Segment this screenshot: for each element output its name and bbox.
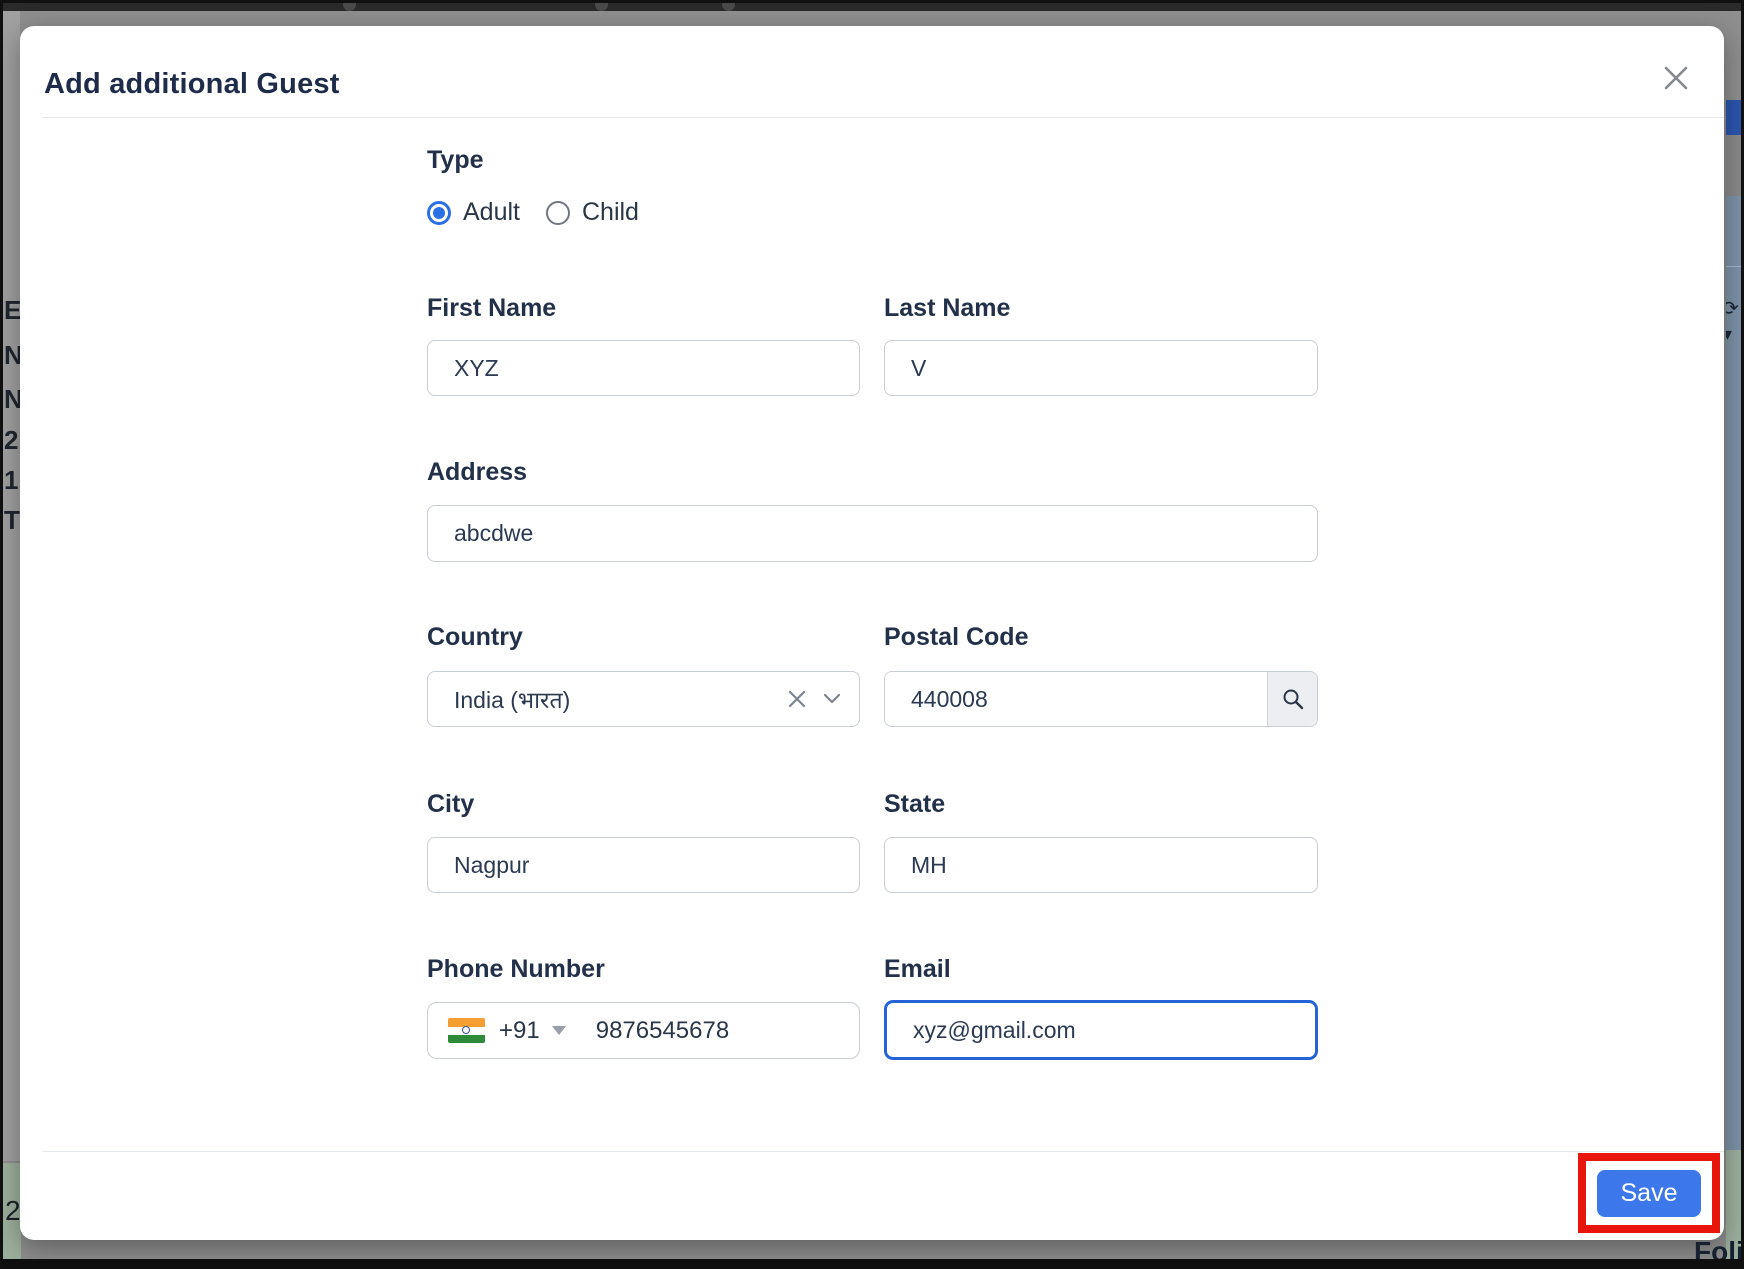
city-label: City xyxy=(427,790,474,819)
dial-code: +91 xyxy=(499,1017,540,1045)
background-letter: N xyxy=(4,384,20,415)
email-label: Email xyxy=(884,955,951,984)
footer-divider xyxy=(42,1151,1724,1152)
india-flag-icon xyxy=(448,1018,485,1043)
postal-code-field xyxy=(884,671,1318,727)
background-letter: 2 xyxy=(4,425,18,456)
state-input[interactable] xyxy=(884,837,1318,893)
country-label: Country xyxy=(427,623,523,652)
last-name-label: Last Name xyxy=(884,294,1010,323)
radio-selected-icon[interactable] xyxy=(427,201,451,225)
radio-adult-label: Adult xyxy=(463,198,520,227)
country-select[interactable]: India (भारत) xyxy=(427,671,860,727)
radio-adult[interactable]: Adult xyxy=(427,198,520,227)
header-divider xyxy=(42,117,1724,118)
radio-unselected-icon[interactable] xyxy=(546,201,570,225)
background-bottom-bar xyxy=(3,1259,1741,1266)
background-right-blue-block xyxy=(1726,100,1741,135)
address-label: Address xyxy=(427,458,527,487)
background-letter: 2 xyxy=(5,1195,21,1227)
dial-code-chevron-icon[interactable] xyxy=(552,1026,566,1035)
postal-search-button[interactable] xyxy=(1267,672,1317,726)
postal-code-input[interactable] xyxy=(885,672,1267,726)
chevron-down-icon[interactable] xyxy=(823,693,841,705)
background-right-panel-edge: ⟳ ▾ xyxy=(1726,196,1741,1150)
state-label: State xyxy=(884,790,945,819)
close-button[interactable] xyxy=(1654,56,1698,100)
first-name-label: First Name xyxy=(427,294,556,323)
background-letter: T xyxy=(4,505,20,536)
add-guest-modal: Add additional Guest Type Adult Child Fi… xyxy=(20,26,1724,1240)
background-top-bar xyxy=(3,3,1741,11)
phone-label: Phone Number xyxy=(427,955,605,984)
postal-code-label: Postal Code xyxy=(884,623,1028,652)
last-name-input[interactable] xyxy=(884,340,1318,396)
background-right-gray-block xyxy=(1726,135,1741,196)
type-label: Type xyxy=(427,146,484,175)
background-left-edge: E N N 2 1 T xyxy=(3,11,20,1161)
save-annotation-highlight: Save xyxy=(1578,1153,1720,1233)
save-button[interactable]: Save xyxy=(1597,1170,1701,1217)
background-bottom-left: 2 xyxy=(3,1163,21,1262)
city-input[interactable] xyxy=(427,837,860,893)
clear-icon[interactable] xyxy=(787,689,807,709)
radio-child[interactable]: Child xyxy=(546,198,639,227)
phone-field[interactable]: +91 9876545678 xyxy=(427,1002,860,1059)
background-letter: E xyxy=(4,295,20,326)
background-letter: 1 xyxy=(4,465,18,496)
background-icon-fragment: ⟳ xyxy=(1726,296,1739,321)
address-input[interactable] xyxy=(427,505,1318,562)
country-value: India (भारत) xyxy=(454,683,787,715)
background-letter: N xyxy=(4,340,20,371)
close-icon xyxy=(1661,63,1691,93)
background-icon-fragment: ▾ xyxy=(1726,324,1732,345)
radio-child-label: Child xyxy=(582,198,639,227)
modal-title: Add additional Guest xyxy=(44,68,340,101)
phone-number-value: 9876545678 xyxy=(596,1017,729,1045)
email-input[interactable] xyxy=(884,1000,1318,1060)
first-name-input[interactable] xyxy=(427,340,860,396)
type-radio-group: Adult Child xyxy=(427,198,639,227)
search-icon xyxy=(1281,687,1305,711)
